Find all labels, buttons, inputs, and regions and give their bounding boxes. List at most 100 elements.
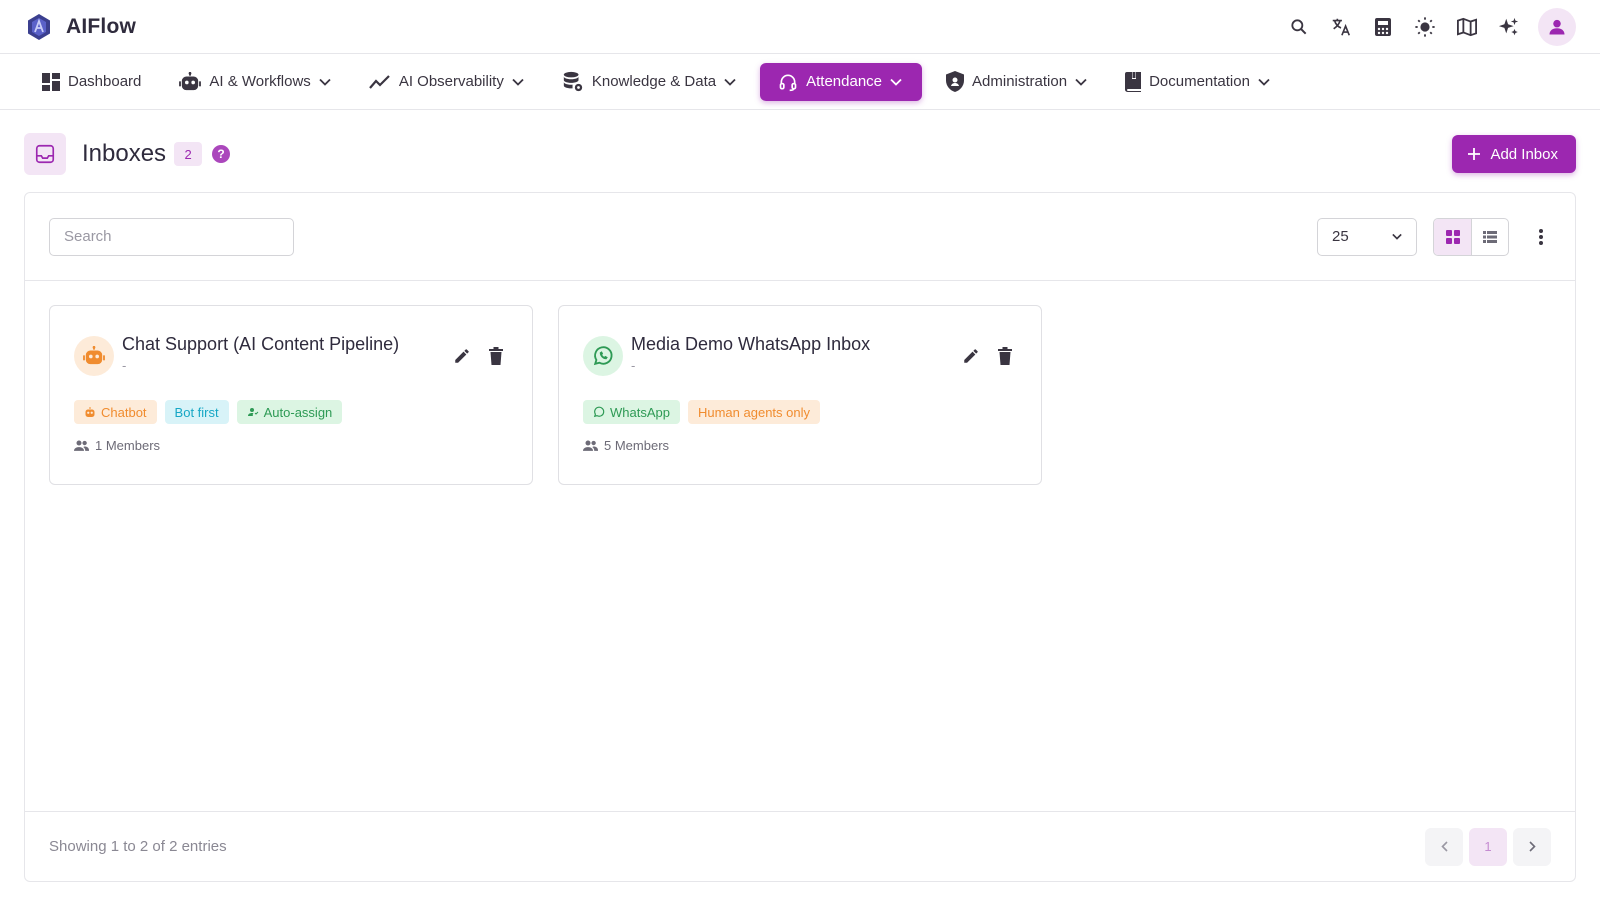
tag-auto-assign: Auto-assign <box>236 400 343 424</box>
help-icon[interactable]: ? <box>212 145 231 163</box>
edit-icon[interactable] <box>961 346 981 366</box>
add-inbox-label: Add Inbox <box>1490 145 1558 163</box>
card-header: Media Demo WhatsApp Inbox - <box>583 332 1017 376</box>
headset-icon <box>778 72 798 92</box>
database-gear-icon <box>562 71 584 93</box>
inbox-card[interactable]: Media Demo WhatsApp Inbox - WhatsApp Hum… <box>558 305 1042 485</box>
card-title[interactable]: Media Demo WhatsApp Inbox <box>631 332 870 356</box>
chevron-down-icon <box>319 78 331 86</box>
top-bar: AIFlow <box>0 0 1600 54</box>
chevron-down-icon <box>512 78 524 86</box>
search-input[interactable] <box>49 217 294 256</box>
card-titles: Chat Support (AI Content Pipeline) - <box>122 332 399 373</box>
entries-info: Showing 1 to 2 of 2 entries <box>49 838 227 855</box>
nav-item-label: Knowledge & Data <box>591 73 717 90</box>
tag-whatsapp: WhatsApp <box>583 400 680 424</box>
page-title: Inboxes <box>82 140 167 167</box>
inbox-card[interactable]: Chat Support (AI Content Pipeline) - Cha… <box>49 305 533 485</box>
card-tags: Chatbot Bot first Auto-assign <box>74 400 508 424</box>
nav-item-ai-observability[interactable]: AI Observability <box>355 63 538 101</box>
nav-item-knowledge-data[interactable]: Knowledge & Data <box>548 63 750 101</box>
nav-item-label: Administration <box>972 73 1068 90</box>
delete-icon[interactable] <box>995 346 1015 366</box>
nav-item-label: Documentation <box>1149 73 1250 90</box>
next-page-button[interactable] <box>1513 827 1551 866</box>
nav-item-label: AI Observability <box>398 73 504 90</box>
list-view-icon[interactable] <box>1471 218 1508 255</box>
nav-item-dashboard[interactable]: Dashboard <box>28 63 155 101</box>
nav-item-label: AI & Workflows <box>209 73 311 90</box>
chevron-down-icon <box>1075 78 1087 86</box>
list-footer: Showing 1 to 2 of 2 entries 1 <box>25 811 1575 881</box>
robot-icon <box>74 336 114 376</box>
nav-item-documentation[interactable]: Documentation <box>1111 63 1284 101</box>
translate-icon[interactable] <box>1324 10 1358 44</box>
pagination: 1 <box>1425 827 1551 866</box>
nav-item-administration[interactable]: Administration <box>932 63 1101 101</box>
nav-item-attendance[interactable]: Attendance <box>760 62 923 101</box>
tag-label: Human agents only <box>697 404 810 420</box>
card-members: 1 Members <box>74 438 508 453</box>
book-map-icon[interactable] <box>1450 10 1484 44</box>
chevron-down-icon <box>724 78 736 86</box>
people-icon <box>583 440 598 451</box>
tag-chatbot: Chatbot <box>74 400 157 424</box>
card-titles: Media Demo WhatsApp Inbox - <box>631 332 870 373</box>
robot-icon <box>84 406 96 418</box>
inbox-cards: Chat Support (AI Content Pipeline) - Cha… <box>49 305 1042 485</box>
whatsapp-icon <box>593 406 605 418</box>
chevron-left-icon <box>1440 841 1448 852</box>
per-page-value: 25 <box>1332 228 1349 245</box>
per-page-select[interactable]: 25 <box>1317 217 1417 256</box>
person-assign-icon <box>247 406 259 418</box>
top-actions <box>1282 7 1576 46</box>
tag-human-agents-only: Human agents only <box>687 400 820 424</box>
calculator-icon[interactable] <box>1366 10 1400 44</box>
prev-page-button[interactable] <box>1425 827 1463 866</box>
sun-icon[interactable] <box>1408 10 1442 44</box>
chevron-down-icon <box>1258 78 1270 86</box>
card-actions <box>452 346 506 366</box>
inbox-icon <box>24 133 66 175</box>
tag-bot-first: Bot first <box>164 400 229 424</box>
tag-label: Auto-assign <box>263 404 333 420</box>
count-badge: 2 <box>174 142 203 166</box>
plus-icon <box>1468 148 1481 160</box>
chevron-down-icon <box>1392 233 1402 240</box>
card-actions <box>961 346 1015 366</box>
main-nav: Dashboard AI & Workflows AI Observabilit… <box>0 54 1600 110</box>
search-icon[interactable] <box>1282 10 1316 44</box>
chevron-right-icon <box>1528 841 1536 852</box>
brand-name[interactable]: AIFlow <box>66 15 136 39</box>
aiflow-logo-icon[interactable] <box>24 12 54 42</box>
card-title[interactable]: Chat Support (AI Content Pipeline) <box>122 332 399 356</box>
delete-icon[interactable] <box>486 346 506 366</box>
add-inbox-button[interactable]: Add Inbox <box>1452 135 1576 173</box>
nav-item-label: Dashboard <box>68 73 142 90</box>
toolbar-right: 25 <box>1317 217 1551 256</box>
edit-icon[interactable] <box>452 346 472 366</box>
more-vertical-icon[interactable] <box>1531 228 1551 245</box>
tag-label: Chatbot <box>101 404 147 420</box>
page-header: Inboxes 2 ? Add Inbox <box>24 133 1576 175</box>
grid-view-icon[interactable] <box>1434 218 1471 255</box>
book-icon <box>1125 71 1142 92</box>
page-button-1[interactable]: 1 <box>1469 827 1507 866</box>
chevron-down-icon <box>890 78 902 86</box>
dashboard-icon <box>42 72 60 91</box>
shield-icon <box>946 71 965 92</box>
card-members: 5 Members <box>583 438 1017 453</box>
members-count: 5 Members <box>604 438 670 453</box>
view-toggle <box>1433 217 1509 256</box>
whatsapp-icon <box>583 336 623 376</box>
nav-item-ai-workflows[interactable]: AI & Workflows <box>165 63 344 101</box>
robot-icon <box>179 71 202 92</box>
inboxes-panel: 25 Chat Supp <box>24 192 1576 882</box>
sparkles-icon[interactable] <box>1492 10 1526 44</box>
user-avatar-icon[interactable] <box>1538 7 1576 46</box>
people-icon <box>74 440 89 451</box>
list-toolbar: 25 <box>25 193 1575 281</box>
nav-item-label: Attendance <box>806 73 883 90</box>
card-tags: WhatsApp Human agents only <box>583 400 1017 424</box>
card-header: Chat Support (AI Content Pipeline) - <box>74 332 508 376</box>
